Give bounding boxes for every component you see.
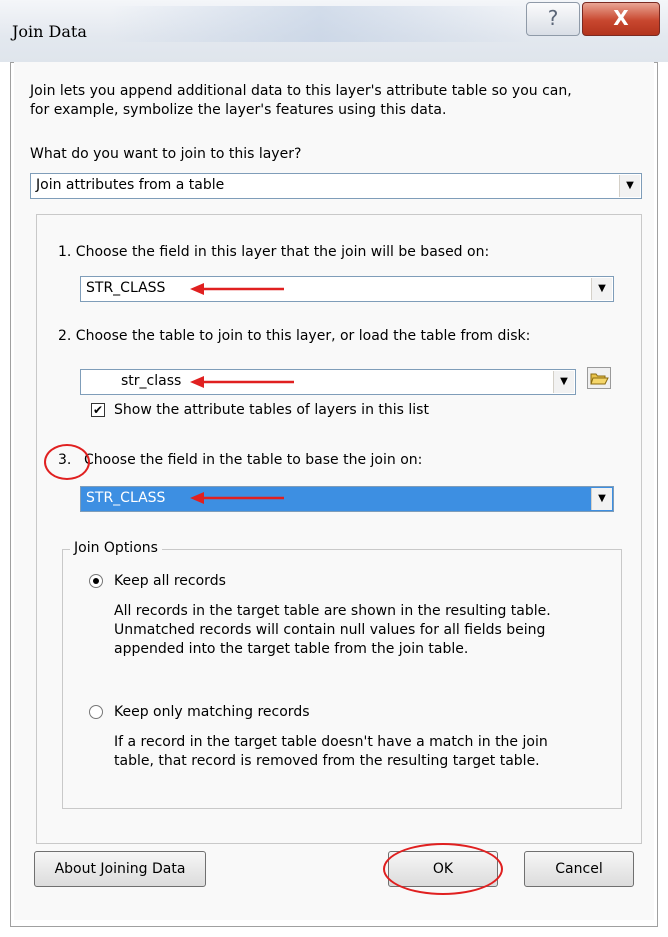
step1-label: 1. Choose the field in this layer that t… (58, 244, 490, 260)
join-options-legend: Join Options (70, 540, 162, 556)
keep-all-desc-2: Unmatched records will contain null valu… (114, 622, 546, 638)
keep-matching-records-radio[interactable] (89, 705, 103, 719)
keep-all-desc-3: appended into the target table from the … (114, 641, 469, 657)
annotation-arrow-step1 (190, 283, 284, 295)
annotation-circle-ok (383, 843, 503, 895)
step2-label: 2. Choose the table to join to this laye… (58, 328, 531, 344)
annotation-circle-step3 (44, 444, 90, 480)
chevron-down-icon[interactable]: ▼ (591, 488, 612, 510)
close-button[interactable]: X (582, 2, 660, 36)
keep-all-desc-1: All records in the target table are show… (114, 603, 551, 619)
step2-table-value: str_class (121, 373, 182, 389)
window-title: Join Data (12, 22, 87, 41)
title-bar[interactable]: Join Data ? X (0, 0, 668, 62)
show-tables-label: Show the attribute tables of layers in t… (114, 402, 429, 418)
open-folder-icon[interactable] (587, 367, 611, 389)
step3-field-dropdown[interactable]: STR_CLASS ▼ (80, 486, 614, 512)
chevron-down-icon[interactable]: ▼ (591, 278, 612, 300)
intro-line-1: Join lets you append additional data to … (30, 83, 572, 99)
chevron-down-icon[interactable]: ▼ (553, 371, 574, 393)
chevron-down-icon[interactable]: ▼ (619, 175, 640, 197)
join-type-value: Join attributes from a table (36, 177, 225, 193)
step3-field-value: STR_CLASS (86, 490, 166, 506)
annotation-arrow-step2 (190, 376, 294, 388)
step1-field-dropdown[interactable]: STR_CLASS ▼ (80, 276, 614, 302)
show-tables-checkbox[interactable]: ✔ (91, 403, 105, 417)
annotation-arrow-step3 (190, 492, 284, 504)
step2-table-dropdown[interactable]: str_class ▼ (80, 369, 576, 395)
keep-all-records-radio[interactable] (89, 574, 103, 588)
step1-field-value: STR_CLASS (86, 280, 166, 296)
join-question-label: What do you want to join to this layer? (30, 146, 302, 162)
step3-label: Choose the field in the table to base th… (84, 452, 423, 468)
keep-matching-desc-1: If a record in the target table doesn't … (114, 734, 548, 750)
cancel-button[interactable]: Cancel (524, 851, 634, 887)
join-data-dialog: Join Data ? X Join lets you append addit… (0, 0, 668, 937)
keep-matching-records-label: Keep only matching records (114, 704, 310, 720)
about-joining-data-button[interactable]: About Joining Data (34, 851, 206, 887)
join-type-dropdown[interactable]: Join attributes from a table ▼ (30, 173, 642, 199)
intro-line-2: for example, symbolize the layer's featu… (30, 102, 447, 118)
help-button[interactable]: ? (526, 2, 580, 36)
keep-all-records-label: Keep all records (114, 573, 226, 589)
keep-matching-desc-2: table, that record is removed from the r… (114, 753, 540, 769)
background-ghost (110, 6, 530, 42)
